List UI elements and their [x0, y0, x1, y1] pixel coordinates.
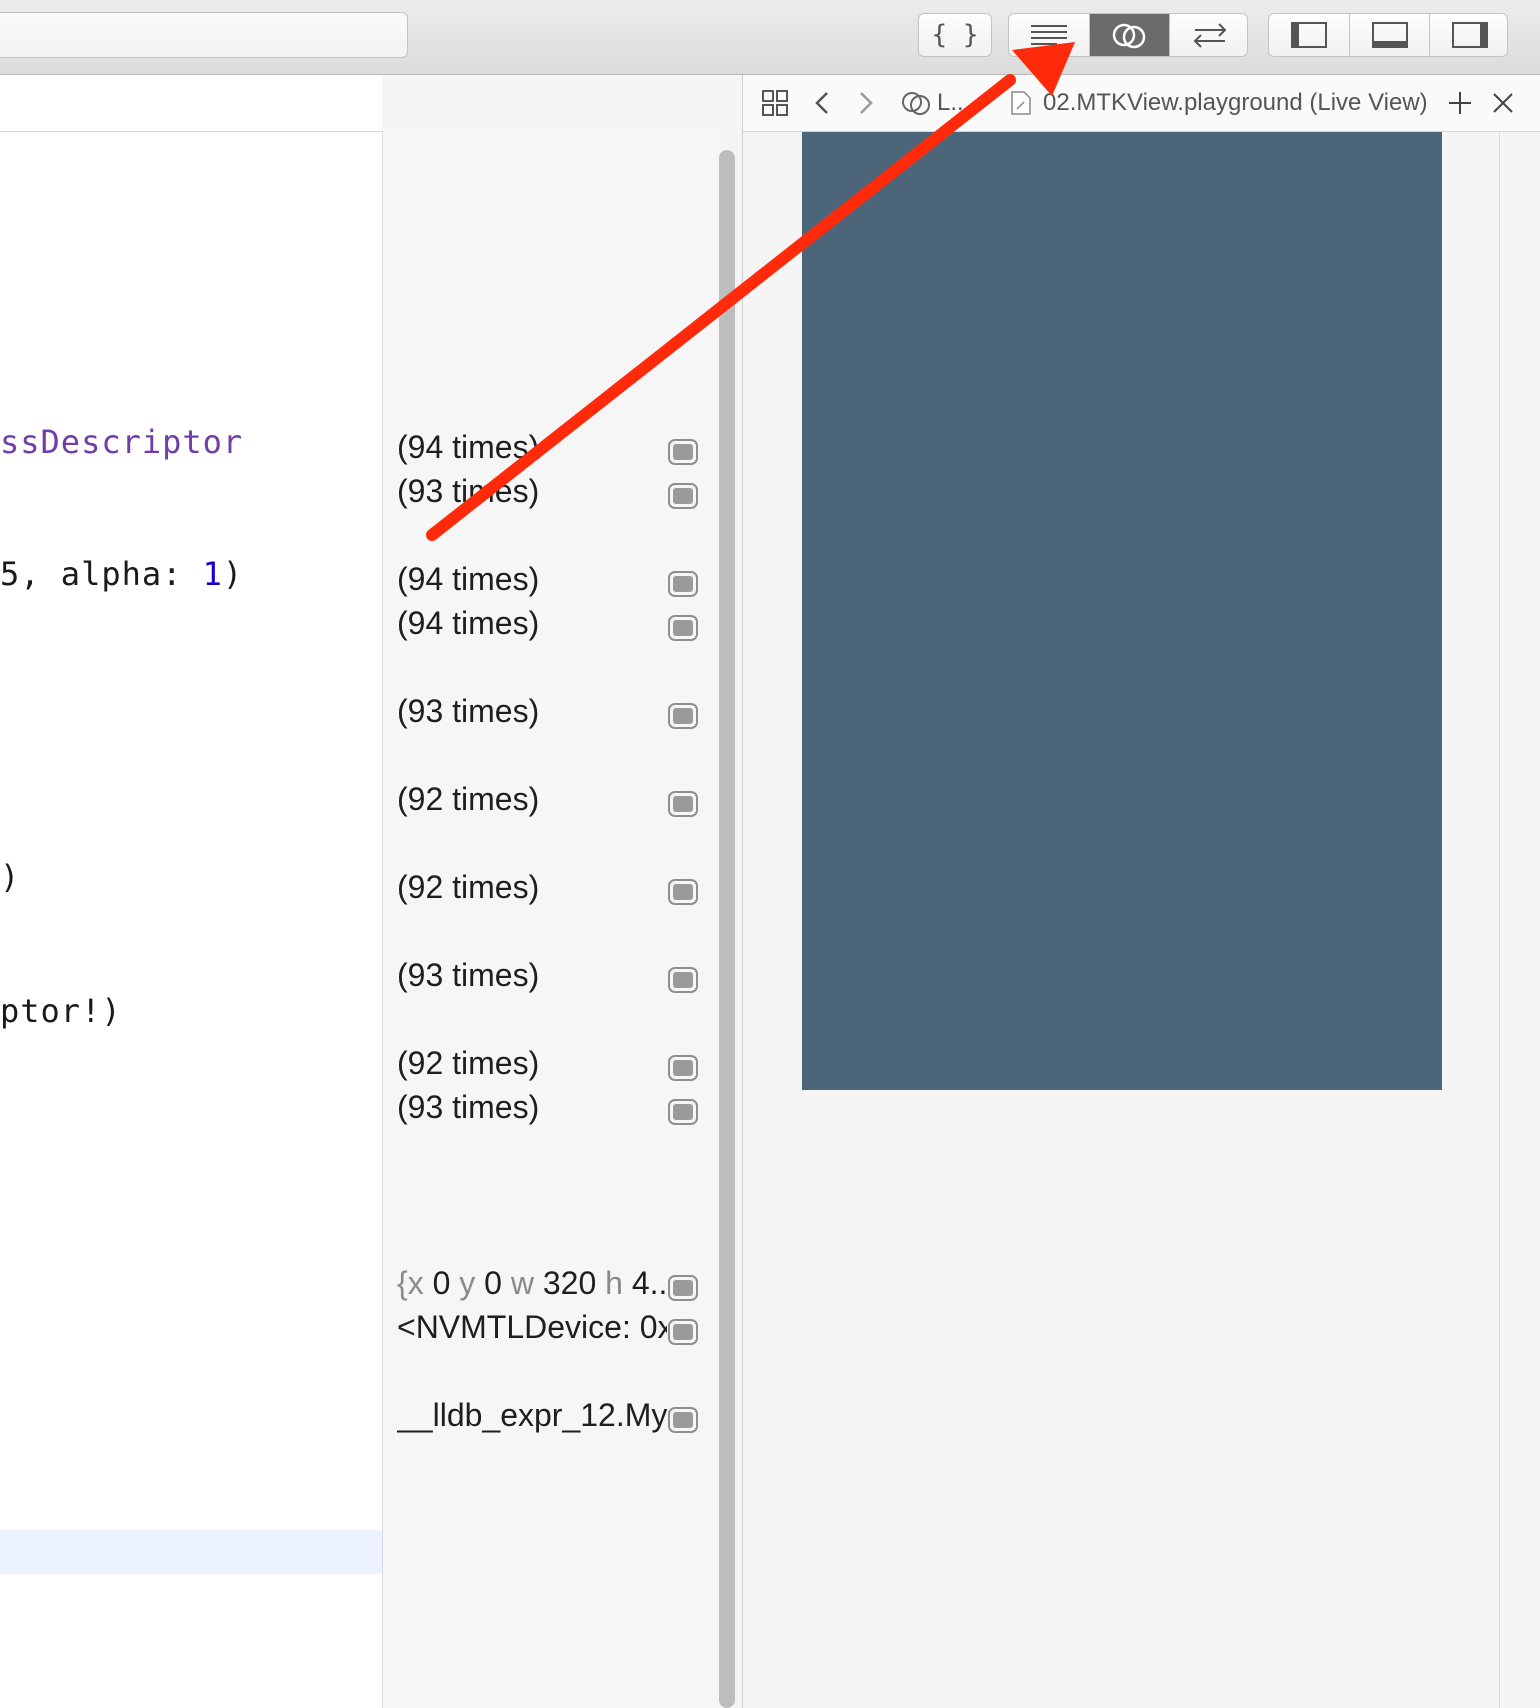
standard-editor-button[interactable]	[1009, 14, 1089, 56]
close-icon	[1493, 93, 1513, 113]
lines-icon	[1031, 25, 1067, 45]
quick-look-button[interactable]	[668, 1407, 698, 1433]
bottom-panel-icon	[1371, 22, 1408, 48]
rect-value: 0	[484, 1265, 502, 1301]
editor-mode-segmented-control	[1008, 13, 1248, 57]
quick-look-button[interactable]	[668, 1055, 698, 1081]
file-breadcrumb[interactable]: 02.MTKView.playground (Live View)	[1009, 75, 1428, 131]
result-value: (92 times)	[397, 869, 540, 905]
quick-look-button[interactable]	[668, 879, 698, 905]
right-panel-icon	[1451, 22, 1488, 48]
current-line-highlight	[0, 1530, 382, 1574]
assistant-jump-bar: L... 02.MTKView.playground (Live View)	[743, 75, 1540, 132]
related-items-button[interactable]	[761, 75, 789, 131]
code-line[interactable]: ptor!)	[0, 992, 122, 1030]
quick-look-button[interactable]	[668, 1099, 698, 1125]
result-value-rect: {x 0 y 0 w 320 h 4...	[397, 1265, 667, 1302]
rect-key: {x	[397, 1265, 424, 1301]
divider	[1499, 132, 1500, 1708]
results-sidebar: (94 times) (93 times) (94 times) (94 tim…	[382, 131, 715, 1708]
grid-icon	[762, 90, 788, 116]
quick-look-button[interactable]	[668, 703, 698, 729]
code-snippet-button[interactable]: { }	[918, 13, 992, 57]
playground-file-icon	[1011, 91, 1031, 115]
result-value: (93 times)	[397, 1089, 540, 1125]
navigator-toggle-button[interactable]	[1269, 14, 1349, 56]
code-text: 5, alpha:	[0, 555, 203, 593]
quick-look-button[interactable]	[668, 483, 698, 509]
code-text: ptor!)	[0, 992, 122, 1030]
back-button[interactable]	[811, 75, 833, 131]
rect-value: 320	[542, 1265, 597, 1301]
version-editor-button[interactable]	[1169, 14, 1247, 56]
assistant-mode-label: L...	[937, 89, 971, 116]
quick-look-button[interactable]	[668, 1319, 698, 1345]
utilities-toggle-button[interactable]	[1429, 14, 1507, 56]
result-value: <NVMTLDevice: 0x...	[397, 1309, 667, 1345]
quick-look-button[interactable]	[668, 791, 698, 817]
code-text: )	[0, 858, 21, 896]
assistant-mode-menu[interactable]: L...	[901, 75, 970, 131]
rect-value: 4...	[631, 1265, 667, 1301]
panel-toggle-segmented-control	[1268, 13, 1508, 57]
file-title: 02.MTKView.playground (Live View)	[1043, 89, 1428, 116]
braces-icon: { }	[931, 20, 979, 50]
code-token-type: ssDescriptor	[0, 423, 244, 461]
code-line[interactable]: )	[0, 858, 20, 896]
activity-view	[0, 12, 408, 58]
chevron-left-icon	[815, 92, 828, 114]
rect-value: 0	[432, 1265, 451, 1301]
quick-look-button[interactable]	[668, 615, 698, 641]
result-value: (93 times)	[397, 693, 540, 729]
plus-icon	[1449, 92, 1471, 114]
code-text: )	[222, 555, 244, 593]
rect-key: w	[510, 1265, 534, 1301]
result-value: __lldb_expr_12.My...	[397, 1397, 667, 1433]
rect-key: y	[459, 1265, 476, 1301]
add-assistant-button[interactable]	[1447, 75, 1473, 131]
quick-look-button[interactable]	[668, 1275, 698, 1301]
result-value: (93 times)	[397, 957, 540, 993]
left-panel-icon	[1291, 22, 1327, 48]
interlocking-rings-icon	[902, 92, 930, 115]
live-view-mtkview[interactable]	[802, 132, 1442, 1090]
result-value: (94 times)	[397, 561, 540, 597]
result-value: (94 times)	[397, 429, 540, 465]
result-value: (93 times)	[397, 473, 540, 509]
assistant-editor-button[interactable]	[1089, 14, 1169, 56]
result-value: (92 times)	[397, 781, 540, 817]
assistant-editor: L... 02.MTKView.playground (Live View)	[742, 75, 1540, 1708]
swap-arrows-icon	[1193, 23, 1226, 48]
code-line[interactable]: ssDescriptor	[0, 423, 243, 461]
forward-button[interactable]	[855, 75, 877, 131]
close-assistant-button[interactable]	[1491, 75, 1515, 131]
rect-key: h	[605, 1265, 623, 1301]
result-value: (92 times)	[397, 1045, 540, 1081]
debug-area-toggle-button[interactable]	[1349, 14, 1429, 56]
code-token-number: 1	[202, 555, 223, 593]
editor-jump-bar	[0, 75, 382, 132]
chevron-right-icon	[860, 92, 873, 114]
quick-look-button[interactable]	[668, 967, 698, 993]
toolbar: { }	[0, 0, 1540, 75]
interlocking-rings-icon	[1112, 23, 1145, 49]
quick-look-button[interactable]	[668, 571, 698, 597]
vertical-scrollbar[interactable]	[719, 150, 735, 1708]
result-value: (94 times)	[397, 605, 540, 641]
source-editor[interactable]: ssDescriptor 5, alpha: 1) ) ptor!)	[0, 75, 382, 1708]
quick-look-button[interactable]	[668, 439, 698, 465]
code-line[interactable]: 5, alpha: 1)	[0, 555, 243, 593]
